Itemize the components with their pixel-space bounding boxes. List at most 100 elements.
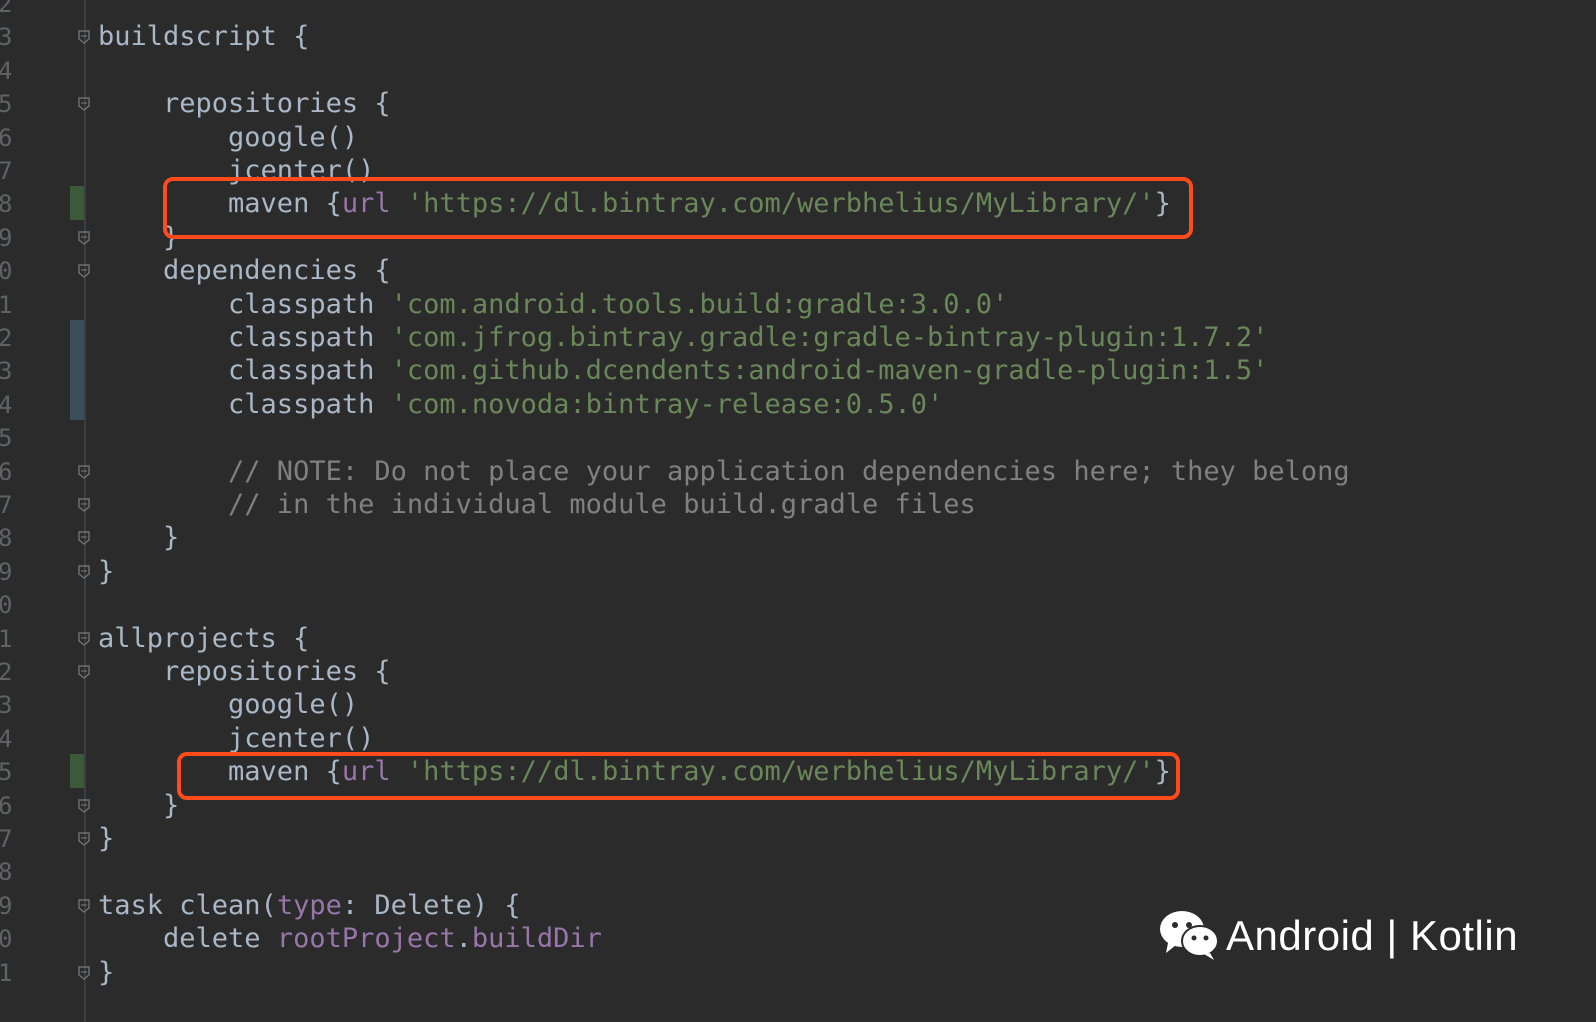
code-token: repositories { <box>98 656 391 687</box>
line-number: 1 <box>0 290 13 319</box>
highlight-box-maven-2 <box>177 752 1180 800</box>
line-number: 8 <box>0 190 13 219</box>
code-line[interactable]: 9} <box>0 555 1596 589</box>
code-text: dependencies { <box>98 254 391 288</box>
code-line[interactable]: 7 // in the individual module build.grad… <box>0 488 1596 522</box>
code-line[interactable]: 4 jcenter() <box>0 722 1596 756</box>
code-line[interactable]: 5 <box>0 421 1596 455</box>
code-token: classpath <box>98 288 391 320</box>
code-text: google() <box>98 688 358 722</box>
code-token: repositories { <box>98 88 391 120</box>
line-number: 9 <box>0 223 13 252</box>
code-line[interactable]: 2 classpath 'com.jfrog.bintray.gradle:gr… <box>0 321 1596 355</box>
code-token: classpath <box>98 322 391 353</box>
code-text: repositories { <box>98 655 391 689</box>
code-token: } <box>98 555 115 587</box>
fold-marker-icon[interactable] <box>78 565 90 579</box>
line-number: 8 <box>0 858 13 887</box>
code-text: // NOTE: Do not place your application d… <box>98 455 1350 489</box>
code-line[interactable]: 3 classpath 'com.github.dcendents:androi… <box>0 354 1596 388</box>
code-token: task clean( <box>98 889 277 921</box>
line-number: 5 <box>0 424 13 453</box>
line-number: 2 <box>0 0 13 18</box>
code-token: type <box>276 889 342 921</box>
code-line[interactable]: 4 <box>0 54 1596 88</box>
fold-marker-icon[interactable] <box>78 97 90 112</box>
code-line[interactable]: 0 dependencies { <box>0 254 1596 288</box>
fold-marker-icon[interactable] <box>78 464 90 479</box>
fold-marker-icon[interactable] <box>78 665 90 679</box>
line-number: 0 <box>0 591 13 620</box>
code-token: } <box>98 823 115 854</box>
wechat-icon <box>1158 907 1220 965</box>
code-token: google() <box>98 689 359 721</box>
code-text: google() <box>98 121 358 155</box>
code-token: // NOTE: Do not place your application d… <box>98 455 1350 487</box>
watermark-text: Android | Kotlin <box>1226 912 1519 959</box>
code-line[interactable]: 8 } <box>0 521 1596 555</box>
line-number: 3 <box>0 357 13 386</box>
line-number: 6 <box>0 457 13 486</box>
line-number: 7 <box>0 825 13 853</box>
line-number: 7 <box>0 157 13 185</box>
code-line[interactable]: 2 <box>0 0 1596 21</box>
fold-marker-icon[interactable] <box>78 264 90 279</box>
code-text: } <box>98 555 114 589</box>
code-token: } <box>98 789 180 821</box>
fold-marker-icon[interactable] <box>78 965 90 980</box>
code-text: classpath 'com.github.dcendents:android-… <box>98 354 1268 388</box>
code-line[interactable]: 3 google() <box>0 688 1596 722</box>
code-token: delete <box>98 923 277 955</box>
line-number: 2 <box>0 324 13 352</box>
code-line[interactable]: 5 repositories { <box>0 87 1596 121</box>
line-number: 4 <box>0 724 13 753</box>
code-text: } <box>98 521 179 555</box>
watermark: Android | Kotlin <box>1158 908 1518 964</box>
fold-marker-icon[interactable] <box>78 498 90 512</box>
line-number: 5 <box>0 90 13 119</box>
code-line[interactable]: 8 <box>0 855 1596 889</box>
code-line[interactable]: 3 buildscript { <box>0 20 1596 54</box>
fold-marker-icon[interactable] <box>78 832 90 846</box>
fold-marker-icon[interactable] <box>78 30 90 45</box>
fold-marker-icon[interactable] <box>78 899 90 913</box>
code-token: buildDir <box>471 923 602 955</box>
fold-marker-icon[interactable] <box>78 631 90 646</box>
line-number: 9 <box>0 557 13 586</box>
code-text: classpath 'com.jfrog.bintray.gradle:grad… <box>98 321 1268 355</box>
line-number: 6 <box>0 123 13 152</box>
code-line[interactable]: 0 <box>0 588 1596 622</box>
line-number: 7 <box>0 491 13 519</box>
code-token: 'com.jfrog.bintray.gradle:gradle-bintray… <box>390 322 1269 353</box>
line-number: 5 <box>0 758 13 787</box>
code-text: } <box>98 789 179 823</box>
code-text: } <box>98 956 114 990</box>
code-line[interactable]: 1 classpath 'com.android.tools.build:gra… <box>0 288 1596 322</box>
line-number: 9 <box>0 891 13 920</box>
code-line[interactable]: 1 allprojects { <box>0 622 1596 656</box>
code-line[interactable]: 7} <box>0 822 1596 856</box>
line-number: 4 <box>0 56 13 85</box>
code-line[interactable]: 2 repositories { <box>0 655 1596 689</box>
code-line[interactable]: 6 // NOTE: Do not place your application… <box>0 455 1596 489</box>
line-number: 3 <box>0 691 13 720</box>
fold-marker-icon[interactable] <box>78 531 90 546</box>
code-token: allprojects { <box>98 622 310 654</box>
line-number: 0 <box>0 257 13 286</box>
fold-marker-icon[interactable] <box>78 798 90 813</box>
code-line[interactable]: 4 classpath 'com.novoda:bintray-release:… <box>0 388 1596 422</box>
code-token: 'com.android.tools.build:gradle:3.0.0' <box>390 288 1009 320</box>
line-number: 2 <box>0 658 13 686</box>
line-number: 0 <box>0 925 13 954</box>
code-text: repositories { <box>98 87 391 121</box>
code-token: rootProject <box>276 923 456 955</box>
fold-marker-icon[interactable] <box>78 231 90 245</box>
code-token: jcenter() <box>98 722 375 754</box>
code-token: . <box>455 923 472 955</box>
line-number: 8 <box>0 524 13 553</box>
code-token: classpath <box>98 355 391 387</box>
code-line[interactable]: 6 google() <box>0 121 1596 155</box>
line-number: 3 <box>0 23 13 52</box>
code-text: } <box>98 822 114 856</box>
code-text: task clean(type: Delete) { <box>98 889 521 923</box>
